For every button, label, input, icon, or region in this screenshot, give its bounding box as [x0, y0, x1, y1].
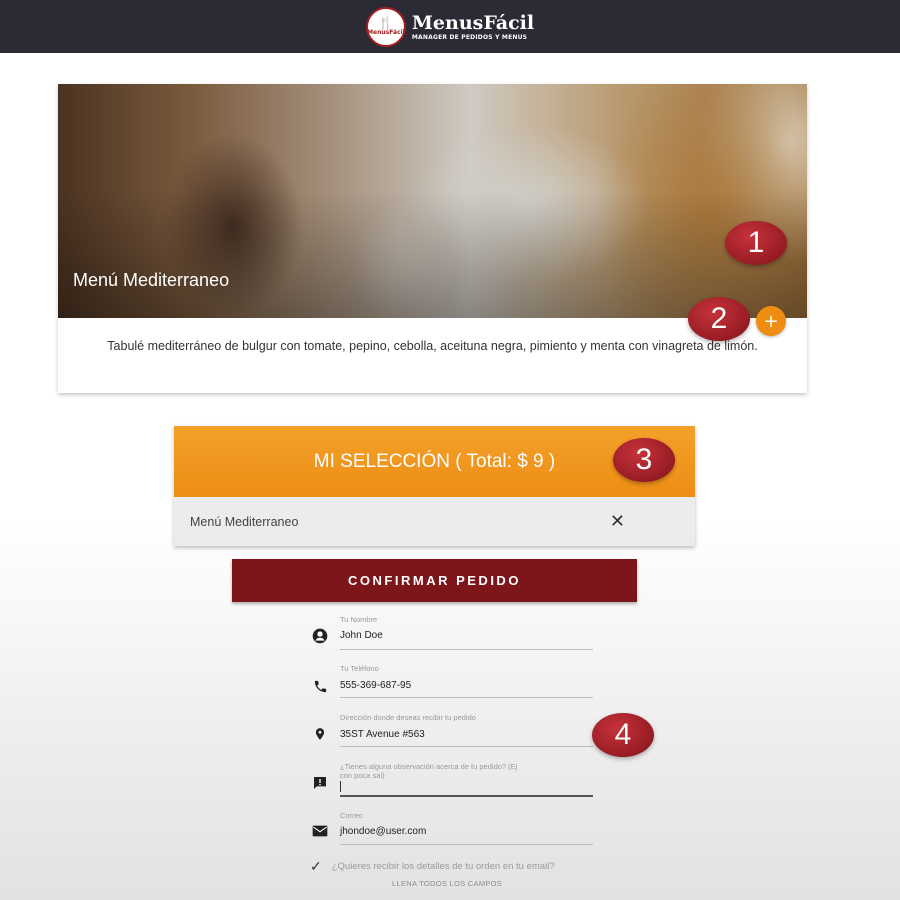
logo[interactable]: 🍴 MenusFácil MenusFácil MANAGER DE PEDID…	[365, 6, 535, 47]
receive-email-label: ¿Quieres recibir los detalles de tu orde…	[331, 861, 555, 872]
notes-label-line1: ¿Tienes alguna observación acerca de tu …	[340, 762, 518, 771]
logo-badge-text: MenusFácil	[367, 29, 405, 36]
close-icon[interactable]: ✕	[610, 511, 625, 532]
feedback-icon	[310, 773, 330, 793]
email-underline	[340, 844, 593, 845]
phone-icon	[310, 676, 330, 696]
step-marker-1: 1	[725, 221, 787, 265]
menu-card: Menú Mediterraneo + Tabulé mediterráneo …	[58, 84, 807, 393]
selection-title: MI SELECCIÓN ( Total: $ 9 )	[313, 450, 556, 472]
menu-card-title: Menú Mediterraneo	[73, 270, 230, 290]
top-navbar: 🍴 MenusFácil MenusFácil MANAGER DE PEDID…	[0, 0, 900, 53]
mail-icon	[310, 821, 330, 841]
name-field[interactable]: Tu Nombre John Doe	[310, 614, 593, 652]
name-label: Tu Nombre	[340, 615, 378, 624]
email-field[interactable]: Correo jhondoe@user.com	[310, 810, 593, 848]
notes-input-cursor[interactable]	[340, 781, 341, 792]
check-icon[interactable]: ✓	[310, 858, 322, 875]
selection-item-name: Menú Mediterraneo	[190, 514, 299, 529]
notes-underline	[340, 795, 593, 797]
address-field[interactable]: Dirección donde deseas recibir tu pedido…	[310, 712, 593, 750]
brand-name: MenusFácil	[411, 11, 535, 34]
notes-label-line2: con poca sal)	[340, 771, 385, 780]
person-icon	[310, 626, 330, 646]
phone-underline	[340, 697, 593, 698]
receive-email-checkbox[interactable]: ✓ ¿Quieres recibir los detalles de tu or…	[310, 858, 555, 875]
notes-field[interactable]: ¿Tienes alguna observación acerca de tu …	[310, 761, 593, 799]
menu-card-description: Tabulé mediterráneo de bulgur con tomate…	[107, 339, 758, 353]
form-footer-note: LLENA TODOS LOS CAMPOS	[392, 879, 503, 888]
step-marker-4: 4	[592, 713, 654, 757]
address-underline	[340, 746, 593, 747]
email-input[interactable]: jhondoe@user.com	[340, 826, 426, 837]
brand-tagline: MANAGER DE PEDIDOS Y MENUS	[411, 33, 528, 41]
phone-field[interactable]: Tu Teléfono 555-369-687-95	[310, 662, 593, 700]
step-marker-2: 2	[688, 297, 750, 341]
phone-label: Tu Teléfono	[340, 664, 379, 673]
name-underline	[340, 649, 593, 650]
add-to-selection-button[interactable]: +	[756, 306, 786, 336]
selection-item: Menú Mediterraneo ✕	[174, 497, 695, 546]
confirm-order-button[interactable]: CONFIRMAR PEDIDO	[232, 559, 637, 602]
address-label: Dirección donde deseas recibir tu pedido	[340, 713, 476, 722]
step-marker-3: 3	[613, 438, 675, 482]
address-input[interactable]: 35ST Avenue #563	[340, 729, 425, 740]
location-pin-icon	[310, 724, 330, 744]
phone-input[interactable]: 555-369-687-95	[340, 680, 411, 691]
name-input[interactable]: John Doe	[340, 630, 383, 641]
email-label: Correo	[340, 811, 363, 820]
logo-badge-icon: 🍴 MenusFácil	[365, 6, 406, 47]
selection-panel: MI SELECCIÓN ( Total: $ 9 ) Menú Mediter…	[174, 426, 695, 546]
